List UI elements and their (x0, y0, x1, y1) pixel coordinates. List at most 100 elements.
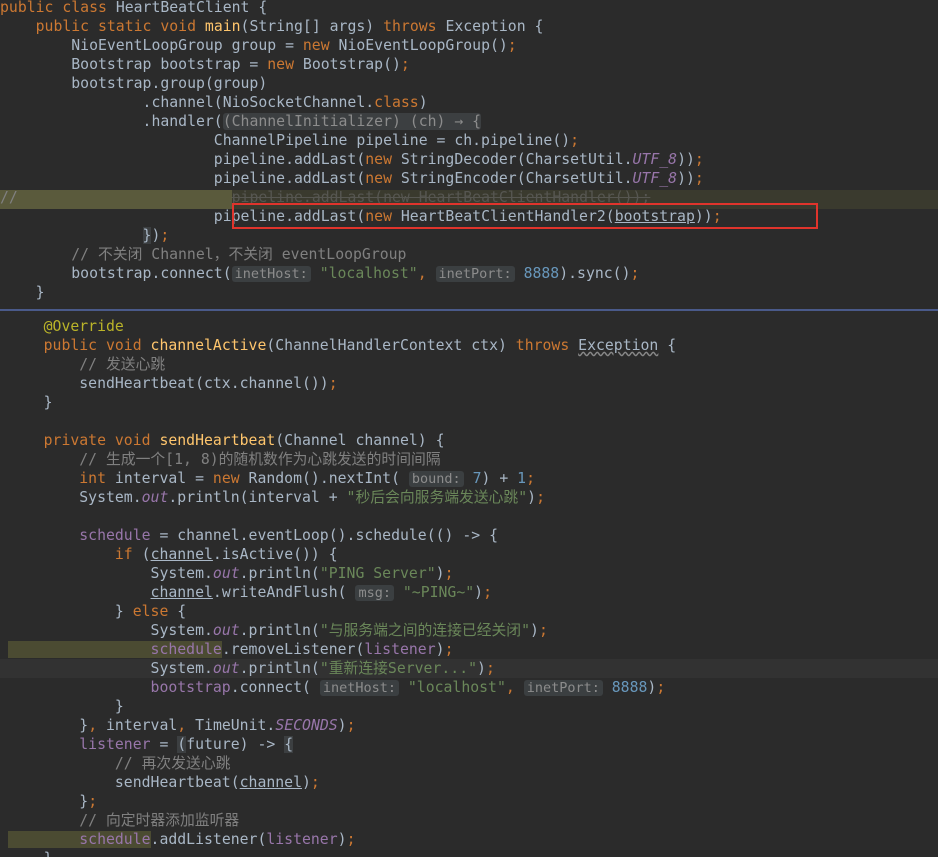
code-line[interactable]: schedule.addListener(listener); (8, 830, 355, 849)
code-line[interactable]: pipeline.addLast(new StringDecoder(Chars… (0, 150, 704, 169)
code-line[interactable]: bootstrap.connect( inetHost: "localhost"… (8, 678, 665, 697)
code-token: ; (346, 831, 356, 848)
code-line[interactable]: // 生成一个[1, 8)的随机数作为心跳发送的时间间隔 (8, 450, 440, 469)
code-line[interactable]: } (8, 697, 124, 716)
editor-pane-bottom[interactable]: @Override public void channelActive(Chan… (0, 309, 938, 857)
code-token: ; (630, 265, 640, 282)
code-line[interactable]: public void channelActive(ChannelHandler… (8, 336, 677, 355)
code-token: out (141, 489, 169, 506)
code-token: ) (301, 774, 311, 791)
code-token: new (267, 56, 303, 73)
code-line[interactable]: if (channel.isActive()) { (8, 545, 338, 564)
code-token: interval (106, 717, 178, 734)
code-token: channel (239, 774, 302, 791)
code-line[interactable]: }; (8, 792, 97, 811)
code-token: } (0, 284, 45, 301)
code-line[interactable]: ChannelPipeline pipeline = ch.pipeline()… (0, 131, 579, 150)
code-token: pipeline.addLast( (0, 151, 366, 168)
code-token: Exception (578, 337, 659, 354)
code-token: ) + (481, 470, 518, 487)
code-line[interactable]: schedule = channel.eventLoop().schedule(… (8, 526, 498, 545)
code-line[interactable]: // 向定时器添加监听器 (8, 811, 239, 830)
code-line[interactable]: Bootstrap bootstrap = new Bootstrap(); (0, 55, 410, 74)
code-line[interactable]: } else { (8, 602, 186, 621)
code-token: future) -> (186, 736, 285, 753)
code-token: UTF_8 (632, 151, 678, 168)
code-line[interactable]: channel.writeAndFlush( msg: "~PING~"); (8, 583, 492, 602)
code-token: { (658, 337, 677, 354)
code-token: System. (8, 660, 213, 677)
code-line[interactable]: }, interval, TimeUnit.SECONDS); (8, 716, 355, 735)
code-token: System. (8, 622, 213, 639)
highlight-box (232, 203, 818, 229)
code-token: ; (526, 470, 535, 487)
code-token: new (365, 170, 401, 187)
code-line[interactable]: sendHeartbeat(channel); (8, 773, 320, 792)
code-token: public class (0, 0, 116, 16)
code-token: .connect( (230, 679, 320, 696)
code-token: )) (677, 151, 695, 168)
code-line[interactable]: // 发送心跳 (8, 355, 165, 374)
code-token: .isActive()) { (212, 546, 338, 563)
code-line[interactable]: public class HeartBeatClient { (0, 0, 267, 17)
code-token: StringEncoder(CharsetUtil. (400, 170, 633, 187)
code-line[interactable]: }); (0, 226, 169, 245)
code-line[interactable]: System.out.println("PING Server"); (8, 564, 454, 583)
code-token: ) (530, 622, 539, 639)
code-token: throws (383, 18, 446, 35)
code-token: { (177, 603, 187, 620)
code-token: } (8, 717, 89, 734)
code-token: TimeUnit. (195, 717, 276, 734)
code-line[interactable]: .handler((ChannelInitializer) (ch) → { (0, 112, 482, 131)
code-token: "与服务端之间的连接已经关闭" (319, 622, 531, 639)
code-line[interactable]: pipeline.addLast(new StringEncoder(Chars… (0, 169, 704, 188)
code-line[interactable]: private void sendHeartbeat(Channel chann… (8, 431, 445, 450)
code-token: .println( (239, 660, 320, 677)
code-token: 8888 (514, 265, 560, 282)
code-token: ) (647, 679, 657, 696)
code-line[interactable]: NioEventLoopGroup group = new NioEventLo… (0, 36, 516, 55)
code-token: Exception { (445, 18, 544, 35)
code-token: public static void (0, 18, 205, 35)
code-line[interactable]: // 再次发送心跳 (8, 754, 231, 773)
code-line[interactable]: System.out.println(interval + "秒后会向服务端发送… (8, 488, 545, 507)
code-token: listener (364, 641, 436, 658)
code-line[interactable]: } (0, 283, 45, 302)
code-token: new (212, 470, 249, 487)
code-token: 1 (517, 470, 527, 487)
code-token: .println(interval + (168, 489, 347, 506)
code-token: out (212, 660, 240, 677)
code-line[interactable]: System.out.println("与服务端之间的连接已经关闭"); (8, 621, 548, 640)
code-line[interactable]: bootstrap.group(group) (0, 74, 267, 93)
code-token: channel (150, 584, 213, 601)
code-token: ( (177, 736, 187, 753)
editor-pane-top[interactable]: public class HeartBeatClient { public st… (0, 0, 938, 309)
code-token: new (365, 151, 401, 168)
code-line[interactable]: .channel(NioSocketChannel.class) (0, 93, 428, 112)
code-token: NioEventLoopGroup() (338, 37, 508, 54)
code-line[interactable]: bootstrap.connect(inetHost: "localhost",… (0, 264, 639, 283)
code-line[interactable]: @Override (8, 317, 124, 336)
code-token: ChannelPipeline pipeline = ch.pipeline() (0, 132, 571, 149)
code-line[interactable]: int interval = new Random().nextInt( bou… (8, 469, 535, 488)
code-token: )) (677, 170, 695, 187)
code-line[interactable]: public static void main(String[] args) t… (0, 17, 544, 36)
code-token: "秒后会向服务端发送心跳" (346, 489, 528, 506)
code-token: (String[] args) (240, 18, 384, 35)
code-line[interactable]: schedule.removeListener(listener); (8, 640, 453, 659)
code-line[interactable]: } (8, 849, 53, 857)
code-line[interactable]: listener = (future) -> { (8, 735, 294, 754)
code-token: // 向定时器添加监听器 (8, 812, 240, 829)
code-token: pipeline.addLast( (0, 170, 366, 187)
code-token: interval = (114, 470, 213, 487)
code-token: Bootstrap() (302, 56, 401, 73)
code-token: ; (160, 227, 170, 244)
code-token: ; (483, 584, 492, 601)
code-token: new (302, 37, 339, 54)
code-token: , (417, 265, 436, 282)
code-line[interactable]: sendHeartbeat(ctx.channel()); (8, 374, 337, 393)
code-line[interactable]: System.out.println("重新连接Server..."); (8, 659, 495, 678)
code-line[interactable]: } (8, 393, 53, 412)
code-line[interactable]: // 不关闭 Channel，不关闭 eventLoopGroup (0, 245, 406, 264)
